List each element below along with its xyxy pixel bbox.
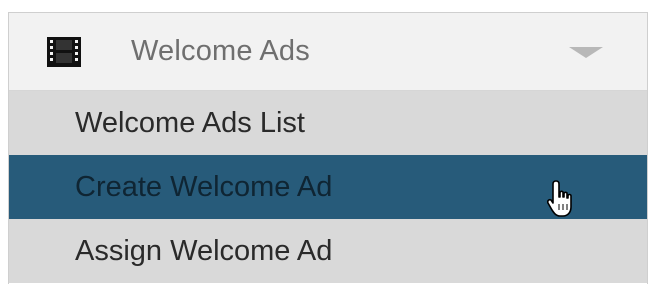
sidebar-menu-section: Welcome Ads Welcome Ads List Create Welc… bbox=[8, 12, 648, 284]
submenu-item-create-welcome-ad[interactable]: Create Welcome Ad bbox=[9, 155, 647, 219]
submenu-list: Welcome Ads List Create Welcome Ad Assig… bbox=[9, 91, 647, 283]
menu-header-welcome-ads[interactable]: Welcome Ads bbox=[9, 13, 647, 91]
chevron-down-icon[interactable] bbox=[569, 47, 603, 58]
submenu-item-assign-welcome-ad[interactable]: Assign Welcome Ad bbox=[9, 219, 647, 283]
submenu-item-label: Create Welcome Ad bbox=[75, 170, 333, 203]
hand-pointer-icon bbox=[547, 180, 572, 217]
submenu-item-label: Welcome Ads List bbox=[75, 106, 305, 139]
menu-header-label: Welcome Ads bbox=[131, 35, 310, 67]
submenu-item-label: Assign Welcome Ad bbox=[75, 234, 333, 267]
submenu-item-welcome-ads-list[interactable]: Welcome Ads List bbox=[9, 91, 647, 155]
film-icon bbox=[47, 37, 81, 67]
